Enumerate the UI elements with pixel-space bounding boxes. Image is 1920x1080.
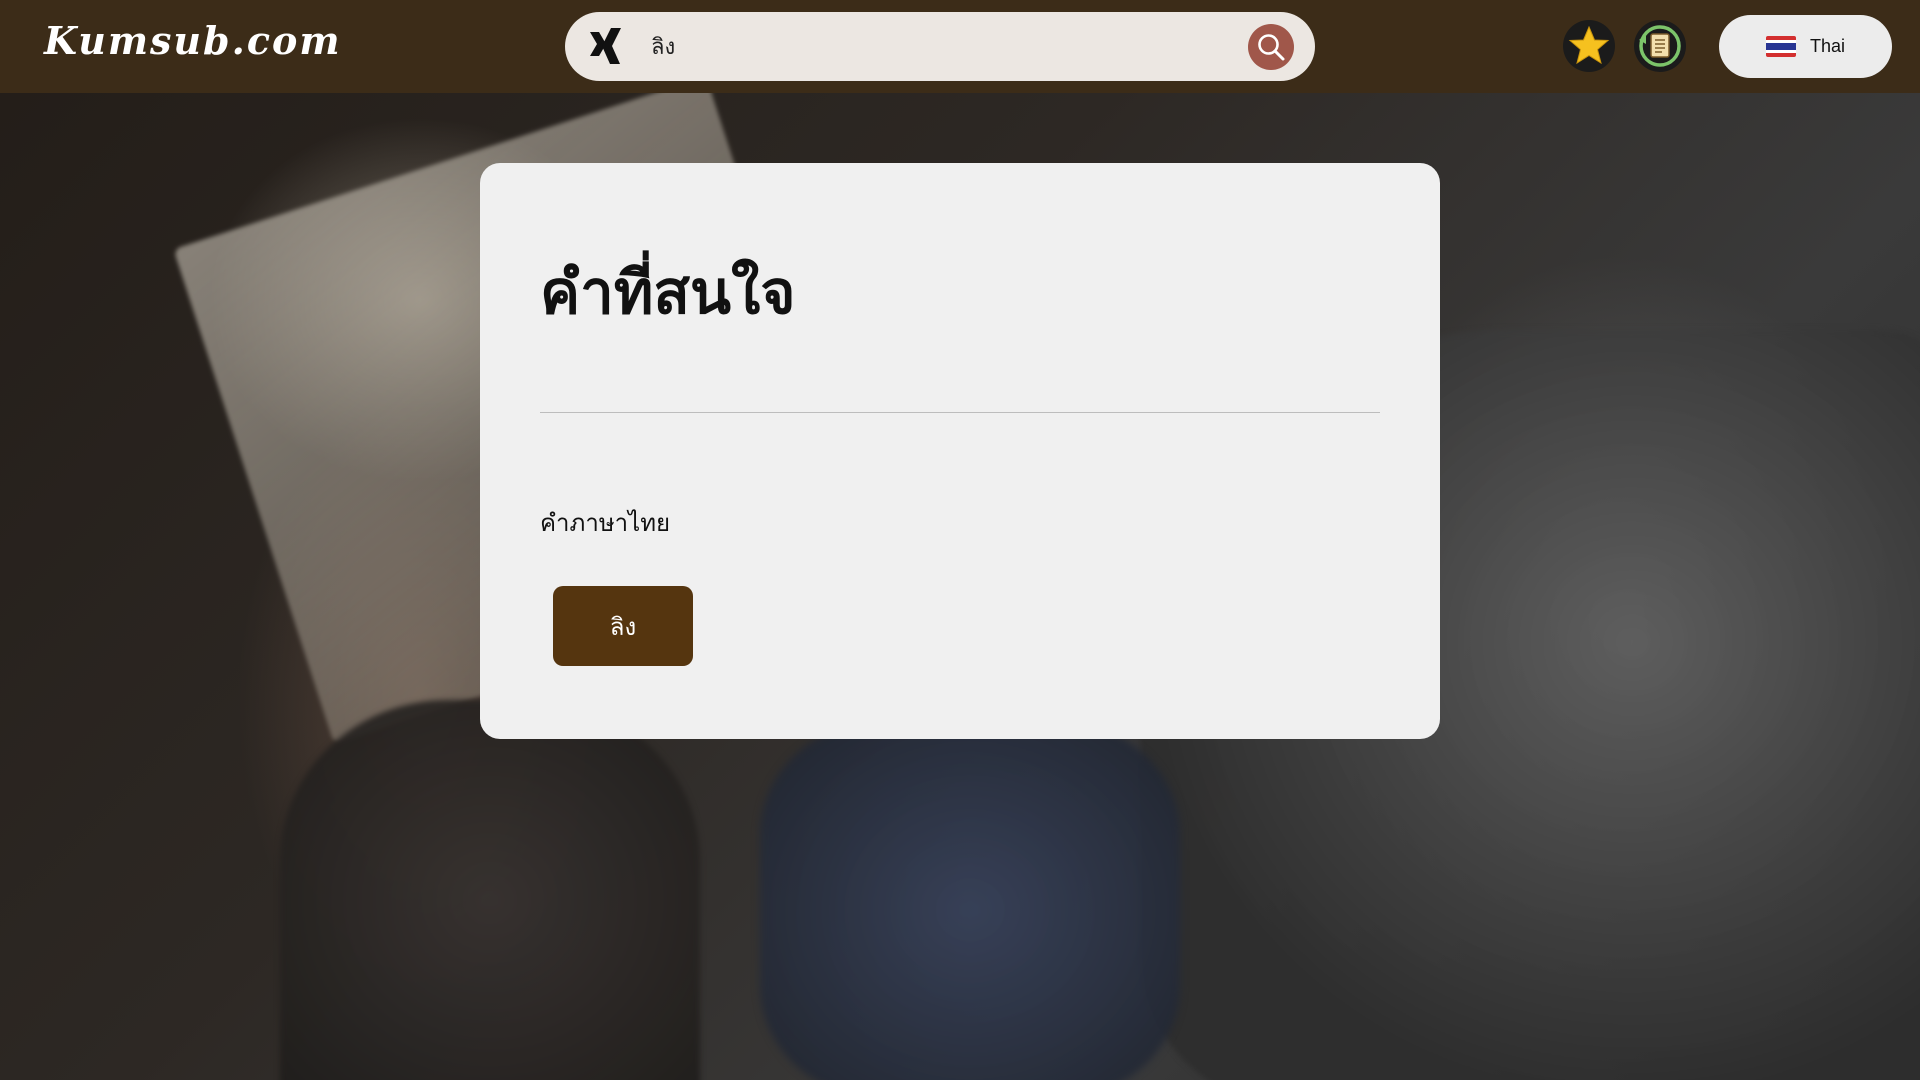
xing-icon[interactable] xyxy=(587,26,627,66)
history-scroll-icon xyxy=(1639,25,1681,67)
star-icon xyxy=(1568,25,1610,65)
favorites-button[interactable] xyxy=(1563,20,1615,72)
background-arm xyxy=(280,700,700,1080)
search-bar xyxy=(565,12,1315,81)
top-header: Kumsub.com ลิง Thai xyxy=(0,0,1920,93)
language-label: Thai xyxy=(1809,36,1845,56)
section-label-thai-words: คำภาษาไทย xyxy=(540,509,671,537)
background-jeans xyxy=(760,720,1180,1080)
search-button[interactable] xyxy=(1248,24,1294,70)
interesting-words-card: คำที่สนใจ คำภาษาไทย ลิง xyxy=(480,163,1440,739)
search-icon xyxy=(1258,34,1285,61)
site-logo[interactable]: Kumsub.com xyxy=(44,18,342,63)
history-button[interactable] xyxy=(1634,20,1686,72)
page-title: คำที่สนใจ xyxy=(540,258,796,328)
language-selector[interactable]: Thai xyxy=(1719,15,1892,78)
divider xyxy=(540,412,1380,413)
thai-flag-icon xyxy=(1765,36,1796,57)
word-chip-label: ลิง xyxy=(609,612,637,641)
search-input[interactable] xyxy=(651,24,1191,68)
word-chip[interactable]: ลิง xyxy=(553,586,693,666)
